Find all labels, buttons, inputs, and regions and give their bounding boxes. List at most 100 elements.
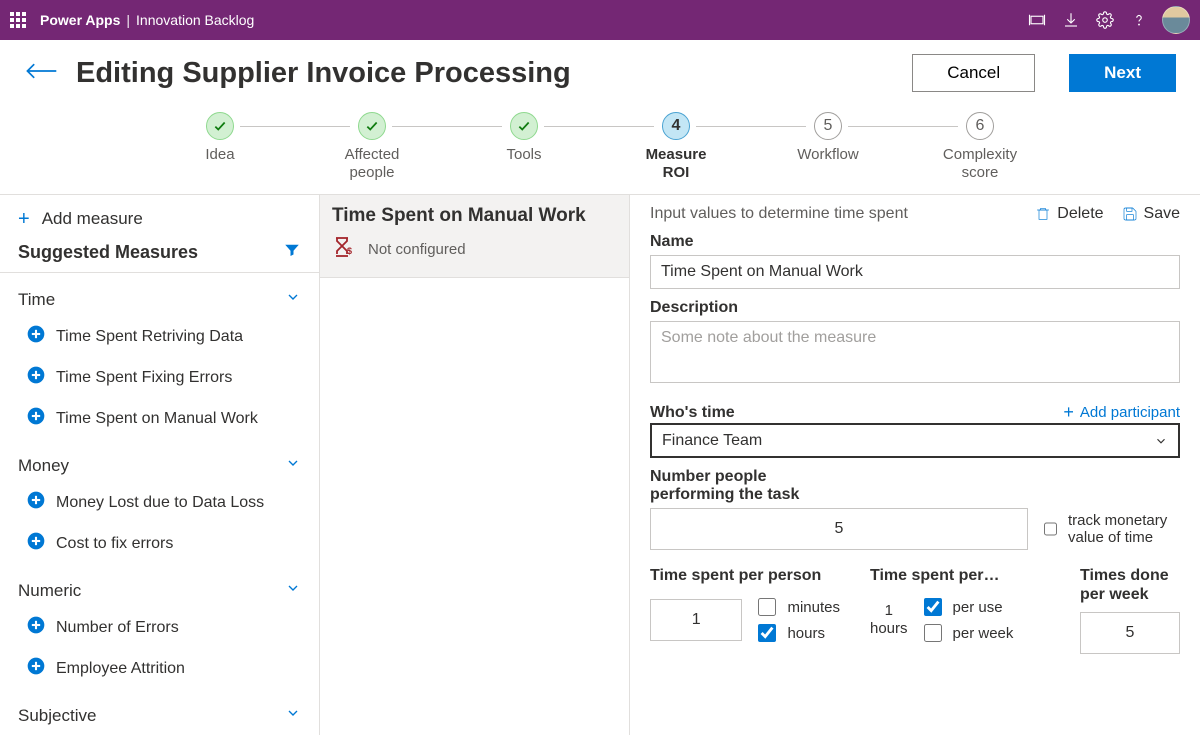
measure-item-label: Time Spent Retriving Data <box>56 328 243 346</box>
times-per-week-field[interactable] <box>1080 612 1180 654</box>
chevron-down-icon <box>285 705 301 726</box>
measure-item-label: Number of Errors <box>56 619 179 637</box>
measure-item-label: Time Spent on Manual Work <box>56 410 258 428</box>
app-topbar: Power Apps | Innovation Backlog <box>0 0 1200 40</box>
trash-icon <box>1035 206 1051 222</box>
back-arrow-icon[interactable] <box>24 60 58 87</box>
add-measure-button[interactable]: + Add measure <box>0 203 319 237</box>
chevron-down-icon <box>285 455 301 476</box>
num-people-field[interactable] <box>650 508 1028 550</box>
title-row: Editing Supplier Invoice Processing Canc… <box>0 40 1200 106</box>
brand-label: Power Apps <box>40 12 120 28</box>
per-week-checkbox[interactable]: per week <box>920 621 1014 645</box>
add-circle-icon <box>26 324 46 349</box>
plus-icon: + <box>1063 402 1074 423</box>
add-circle-icon <box>26 531 46 556</box>
filter-icon[interactable] <box>283 241 301 264</box>
cancel-button[interactable]: Cancel <box>912 54 1035 92</box>
measure-item[interactable]: Employee Attrition <box>0 648 319 689</box>
selected-measure-status: Not configured <box>368 241 466 258</box>
hours-checkbox[interactable]: hours <box>754 621 840 645</box>
category-header[interactable]: Time <box>0 273 319 316</box>
measure-item-label: Time Spent Fixing Errors <box>56 369 232 387</box>
measures-sidebar: + Add measure Suggested Measures TimeTim… <box>0 195 320 735</box>
time-spent-per-static: 1 hours <box>870 602 908 638</box>
delete-label: Delete <box>1057 205 1103 223</box>
app-title[interactable]: Innovation Backlog <box>136 12 254 28</box>
add-participant-label: Add participant <box>1080 404 1180 421</box>
name-label: Name <box>650 233 1180 251</box>
whos-time-select[interactable]: Finance Team <box>650 423 1180 458</box>
step-4[interactable]: 4Measure ROI <box>641 112 711 182</box>
gear-icon[interactable] <box>1088 0 1122 40</box>
step-6[interactable]: 6Complexity score <box>945 112 1015 182</box>
add-circle-icon <box>26 406 46 431</box>
step-5[interactable]: 5Workflow <box>793 112 863 182</box>
selected-measure-title: Time Spent on Manual Work <box>332 205 617 227</box>
measure-item[interactable]: Cost to fix errors <box>0 523 319 564</box>
times-per-week-label: Times done per week <box>1080 566 1180 604</box>
suggested-measures-header: Suggested Measures <box>0 237 319 273</box>
category-name: Subjective <box>18 706 96 726</box>
add-participant-button[interactable]: + Add participant <box>1063 402 1180 423</box>
measure-item[interactable]: Time Spent Fixing Errors <box>0 357 319 398</box>
waffle-icon[interactable] <box>10 12 26 28</box>
step-label: Affected people <box>337 146 407 182</box>
category-name: Time <box>18 290 55 310</box>
plus-icon: + <box>18 209 30 229</box>
download-icon[interactable] <box>1054 0 1088 40</box>
time-per-person-field[interactable] <box>650 599 742 641</box>
minutes-checkbox[interactable]: minutes <box>754 595 840 619</box>
step-label: Workflow <box>797 146 858 164</box>
avatar[interactable] <box>1162 6 1190 34</box>
next-button[interactable]: Next <box>1069 54 1176 92</box>
add-circle-icon <box>26 615 46 640</box>
step-label: Complexity score <box>943 146 1017 182</box>
step-progress: Idea Affected people Tools 4Measure ROI 5Wor… <box>0 106 1200 195</box>
add-measure-label: Add measure <box>42 209 143 229</box>
measure-item[interactable]: Time Spent on Manual Work <box>0 398 319 439</box>
time-per-person-label: Time spent per person <box>650 566 840 585</box>
track-monetary-label: track monetary value of time <box>1068 512 1180 546</box>
add-circle-icon <box>26 365 46 390</box>
selected-measure-card[interactable]: Time Spent on Manual Work $ Not configur… <box>320 195 629 278</box>
suggested-measures-title: Suggested Measures <box>18 242 198 263</box>
selected-measure-column: Time Spent on Manual Work $ Not configur… <box>320 195 630 735</box>
measure-item-label: Employee Attrition <box>56 660 185 678</box>
save-button[interactable]: Save <box>1122 205 1180 223</box>
per-use-checkbox[interactable]: per use <box>920 595 1014 619</box>
fit-icon[interactable] <box>1020 0 1054 40</box>
measure-form: Input values to determine time spent Del… <box>630 195 1200 735</box>
description-field[interactable] <box>650 321 1180 383</box>
add-circle-icon <box>26 656 46 681</box>
chevron-down-icon <box>285 580 301 601</box>
category-header[interactable]: Numeric <box>0 564 319 607</box>
save-label: Save <box>1144 205 1180 223</box>
track-monetary-checkbox[interactable]: track monetary value of time <box>1040 512 1180 546</box>
separator: | <box>126 12 130 28</box>
category-name: Numeric <box>18 581 81 601</box>
svg-text:$: $ <box>347 246 352 256</box>
measure-item[interactable]: Money Lost due to Data Loss <box>0 482 319 523</box>
time-spent-per-label: Time spent per… <box>870 566 1050 585</box>
step-1[interactable]: Idea <box>185 112 255 182</box>
category-header[interactable]: Money <box>0 439 319 482</box>
form-hint: Input values to determine time spent <box>650 205 908 223</box>
measure-item[interactable]: Number of Errors <box>0 607 319 648</box>
step-3[interactable]: Tools <box>489 112 559 182</box>
step-2[interactable]: Affected people <box>337 112 407 182</box>
whos-time-label: Who's time <box>650 404 735 422</box>
save-icon <box>1122 206 1138 222</box>
step-label: Measure ROI <box>641 146 711 182</box>
name-field[interactable] <box>650 255 1180 289</box>
chevron-down-icon <box>285 289 301 310</box>
category-name: Money <box>18 456 69 476</box>
hourglass-dollar-icon: $ <box>332 235 356 263</box>
delete-button[interactable]: Delete <box>1035 205 1103 223</box>
add-circle-icon <box>26 490 46 515</box>
page-title: Editing Supplier Invoice Processing <box>76 57 894 90</box>
help-icon[interactable] <box>1122 0 1156 40</box>
measure-item-label: Money Lost due to Data Loss <box>56 494 264 512</box>
step-label: Tools <box>506 146 541 164</box>
measure-item[interactable]: Time Spent Retriving Data <box>0 316 319 357</box>
